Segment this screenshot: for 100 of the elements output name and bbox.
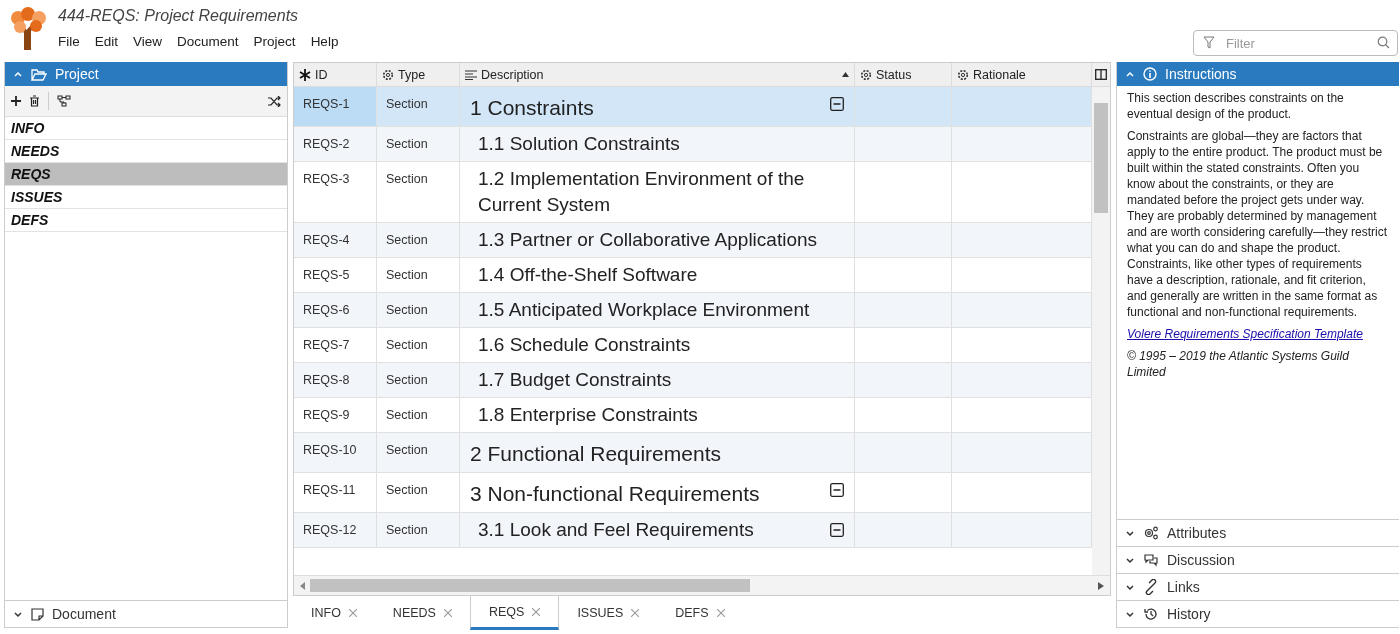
column-header[interactable]: Type [377,63,460,86]
hierarchy-icon[interactable] [57,95,71,107]
close-icon[interactable] [532,607,541,616]
template-link[interactable]: Volere Requirements Specification Template [1127,327,1363,341]
document-list-item[interactable]: ISSUES [5,186,287,209]
document-tab[interactable]: DEFS [657,596,743,630]
section-header[interactable]: Links [1117,573,1399,600]
section-title: Discussion [1167,552,1235,568]
chevron-icon[interactable] [13,609,23,619]
section-title: Attributes [1167,525,1227,541]
text-lines-icon [465,69,477,80]
history-icon [1143,606,1159,622]
table-cell: Section [377,292,460,327]
section-heading: 1.6 Schedule Constraints [478,332,692,357]
section-title: Document [52,606,116,622]
column-header[interactable]: ID [294,63,377,86]
section-heading: 1.4 Off-the-Shelf Software [478,262,699,287]
table-cell: REQS-8 [294,362,377,397]
filter-icon [1203,36,1215,49]
table-cell: Section [377,472,460,513]
trash-icon[interactable] [29,95,40,107]
filter-field[interactable]: Filter [1193,30,1398,56]
shuffle-icon[interactable] [268,95,281,107]
table-cell: Section [377,162,460,222]
note-icon [31,607,44,621]
document-tab[interactable]: REQS [469,596,560,630]
menu-item[interactable]: Document [177,34,239,49]
section-header[interactable]: Discussion [1117,546,1399,573]
menu-item[interactable]: Help [310,34,339,49]
collapse-icon[interactable] [830,97,844,111]
close-icon[interactable] [348,609,357,617]
gear-icon [957,68,969,81]
table-row[interactable]: REQS-8 Section 1.7 Budget Constraints [294,362,1092,398]
section-header[interactable]: History [1117,600,1399,627]
chevron-icon[interactable] [1125,582,1135,592]
table-cell: REQS-10 [294,432,377,472]
table-cell: REQS-12 [294,513,377,548]
document-tab[interactable]: NEEDS [374,596,470,630]
table-row[interactable]: REQS-1 Section 1 Constraints [294,87,1092,128]
document-list-item[interactable]: INFO [5,117,287,140]
table-row[interactable]: REQS-12 Section 3.1 Look and Feel Requirements [294,513,1092,549]
sort-icon[interactable] [842,72,849,77]
section-heading: 1.7 Budget Constraints [478,367,673,392]
table-row[interactable]: REQS-10 Section 2 Functional Requirements [294,432,1092,473]
scroll-right-icon[interactable] [1098,581,1104,590]
table-row[interactable]: REQS-2 Section 1.1 Solution Constraints [294,127,1092,163]
instructions-header[interactable]: Instructions [1117,62,1399,86]
vertical-scrollbar[interactable] [1092,87,1110,575]
folder-icon [31,67,47,81]
horizontal-scrollbar[interactable] [294,575,1110,595]
table-row[interactable]: REQS-6 Section 1.5 Anticipated Workplace Environment [294,292,1092,328]
panel-title: Instructions [1165,66,1237,82]
collapse-icon[interactable] [830,523,844,538]
table-cell: REQS-3 [294,162,377,222]
section-header[interactable]: Attributes [1117,519,1399,546]
column-header[interactable]: Status [855,63,952,86]
column-header[interactable]: Description [460,63,855,86]
document-section-header[interactable]: Document [5,600,287,627]
chevron-icon[interactable] [1125,609,1135,619]
scroll-left-icon[interactable] [300,581,306,590]
close-icon[interactable] [443,609,452,617]
tree-logo-icon [8,6,48,50]
section-heading: 1.2 Implementation Environment of the Current System [478,167,806,217]
menu-item[interactable]: File [58,34,80,49]
section-heading: 1.8 Enterprise Constraints [478,402,699,427]
table-row[interactable]: REQS-7 Section 1.6 Schedule Constraints [294,327,1092,363]
document-list-item[interactable]: REQS [5,163,287,186]
menu-item[interactable]: Project [253,34,296,49]
column-header[interactable]: Rationale [952,63,1092,86]
link-icon [1143,579,1159,595]
instructions-paragraph: Constraints are global—they are factors that apply to the entire product. The product must be built within the stated constraints. Often you know about the constraints, or they are mandated before the project gets under way. They are probably determined by management and are worth considering carefully—they restrict what you can do and shape the product. Constraints, like other types of requirements have a description, rationale, and fit criterion, and generally are written in the same format as functional and non-functional requirements. [1127,128,1389,320]
document-tab[interactable]: ISSUES [559,596,658,630]
collapse-icon[interactable] [830,482,844,497]
table-cell: REQS-1 [294,87,377,127]
table-cell: Section [377,513,460,548]
section-heading: 3.1 Look and Feel Requirements [478,518,755,543]
table-row[interactable]: REQS-9 Section 1.8 Enterprise Constraints [294,397,1092,433]
document-tab[interactable]: INFO [293,596,375,630]
add-icon[interactable] [11,96,21,106]
close-icon[interactable] [631,609,640,617]
close-icon[interactable] [716,609,725,617]
section-heading: 1 Constraints [470,95,595,121]
speech-bubbles-icon [1143,552,1159,568]
table-row[interactable]: REQS-5 Section 1.4 Off-the-Shelf Software [294,257,1092,293]
table-cell: Section [377,397,460,432]
document-list-item[interactable]: DEFS [5,209,287,232]
project-panel-header[interactable]: Project [5,62,287,86]
asterisk-icon [299,68,311,81]
table-cell: Section [377,432,460,472]
menu-item[interactable]: Edit [94,34,119,49]
search-icon[interactable] [1377,36,1390,49]
table-cell: REQS-6 [294,292,377,327]
table-cell: Section [377,87,460,127]
menu-item[interactable]: View [133,34,163,49]
table-row[interactable]: REQS-3 Section 1.2 Implementation Environment of the Current System [294,162,1092,223]
chevron-icon[interactable] [1125,555,1135,565]
columns-icon[interactable] [1095,69,1107,80]
gear-icon [382,68,394,81]
table-row[interactable]: REQS-4 Section 1.3 Partner or Collaborative Applications [294,222,1092,258]
chevron-icon[interactable] [1125,528,1135,538]
